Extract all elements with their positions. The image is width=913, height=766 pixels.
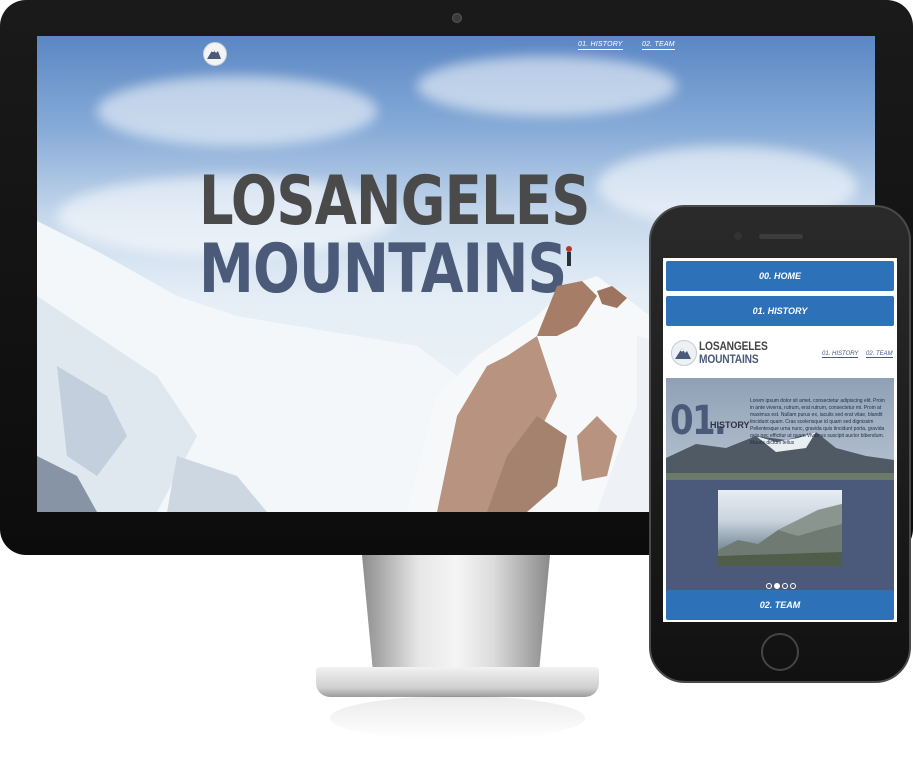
home-button[interactable] — [761, 633, 799, 671]
nav-link-history[interactable]: 01. HISTORY — [578, 41, 623, 50]
earpiece — [759, 234, 803, 239]
tab-history[interactable]: 01. HISTORY — [666, 296, 894, 326]
carousel-dot[interactable] — [782, 583, 788, 589]
mobile-screen: 00. HOME 01. HISTORY LOSANGELES MOUNTAIN… — [663, 258, 897, 622]
webcam — [452, 13, 462, 23]
mountain-icon — [675, 348, 691, 359]
nav-link-team[interactable]: 02. TEAM — [866, 351, 893, 358]
carousel-dot[interactable] — [790, 583, 796, 589]
front-camera — [734, 232, 742, 240]
nav-link-history[interactable]: 01. HISTORY — [822, 351, 859, 358]
mobile-header: LOSANGELES MOUNTAINS 01. HISTORY 02. TEA… — [666, 330, 894, 378]
stand-reflection — [330, 696, 585, 740]
monitor-stand-base — [316, 667, 599, 697]
nav-link-team[interactable]: 02. TEAM — [642, 41, 675, 50]
tab-home[interactable]: 00. HOME — [666, 261, 894, 291]
tab-team[interactable]: 02. TEAM — [666, 590, 894, 620]
carousel-image[interactable] — [718, 490, 842, 566]
history-section: 01. HISTORY Lorem ipsum dolor sit amet, … — [666, 378, 894, 618]
carousel-dot[interactable] — [766, 583, 772, 589]
monitor-stand-neck — [362, 555, 550, 675]
section-body: Lorem ipsum dolor sit amet, consectetur … — [750, 398, 885, 446]
mobile-phone: 00. HOME 01. HISTORY LOSANGELES MOUNTAIN… — [649, 205, 911, 683]
section-title: HISTORY — [710, 420, 750, 430]
brand-logo[interactable] — [203, 42, 227, 66]
misty-mountain-photo — [718, 504, 842, 566]
brand-name-line1: LOSANGELES — [699, 339, 768, 353]
brand-name-line2: MOUNTAINS — [699, 352, 759, 366]
brand-logo[interactable] — [671, 340, 697, 366]
carousel-dot-active[interactable] — [774, 583, 780, 589]
mountain-icon — [207, 49, 221, 59]
